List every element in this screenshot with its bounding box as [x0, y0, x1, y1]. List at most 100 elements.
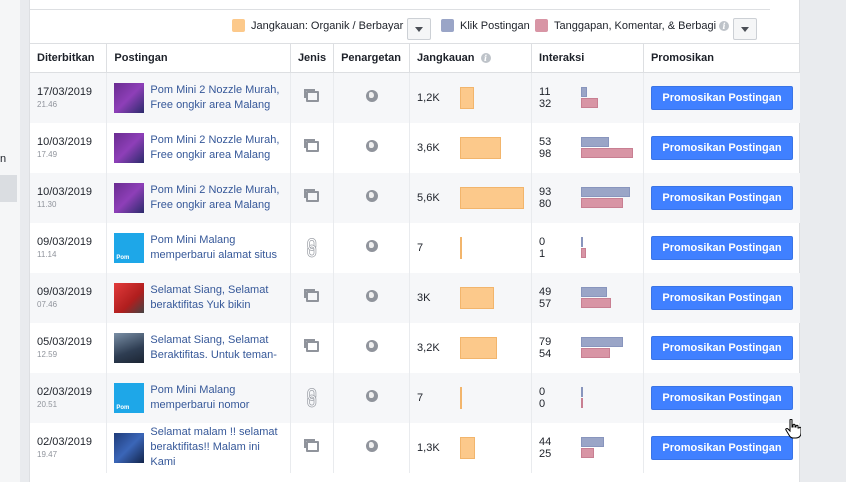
- cell-promote: Promosikan Postingan: [643, 272, 800, 323]
- cell-reach: 5,6K: [409, 172, 533, 223]
- col-targeting[interactable]: Penargetan: [333, 43, 411, 73]
- cell-promote: Promosikan Postingan: [643, 372, 800, 423]
- post-text-line1: Selamat Siang, Selamat: [150, 283, 269, 296]
- post-link[interactable]: Pom Mini 2 Nozzle Murah, Free ongkir are…: [150, 83, 279, 113]
- promote-post-button[interactable]: Promosikan Postingan: [650, 135, 793, 160]
- cell-type: [290, 172, 335, 223]
- post-date: 09/03/2019: [37, 236, 93, 248]
- info-icon[interactable]: i: [719, 20, 730, 31]
- clicks-bar: [581, 287, 608, 297]
- clicks-bar: [581, 137, 610, 147]
- promote-post-button[interactable]: Promosikan Postingan: [650, 185, 793, 210]
- post-link[interactable]: Selamat Siang, Selamat beraktifitas Yuk …: [150, 283, 268, 313]
- cell-post[interactable]: Selamat Siang, Selamat beraktifitas Yuk …: [106, 272, 291, 323]
- col-published[interactable]: Diterbitkan: [30, 43, 108, 73]
- post-link[interactable]: Pom Mini Malang memperbarui nomor: [150, 383, 249, 413]
- cell-post[interactable]: Selamat malam !! selamat beraktifitas!! …: [106, 422, 291, 473]
- reactions-value: 0: [539, 397, 546, 410]
- reach-value: 3K: [417, 291, 431, 304]
- cell-engagement: 79 54: [531, 322, 644, 373]
- clicks-value: 11: [539, 85, 551, 98]
- promote-post-button[interactable]: Promosikan Postingan: [650, 85, 793, 110]
- table-row: 10/03/2019 17.49 Pom Mini 2 Nozzle Murah…: [30, 122, 800, 173]
- post-text-line2: Beraktifitas. Untuk teman-: [150, 348, 277, 361]
- clicks-bar: [581, 187, 631, 197]
- post-link[interactable]: Pom Mini 2 Nozzle Murah, Free ongkir are…: [150, 133, 279, 163]
- cell-post[interactable]: Selamat Siang, Selamat Beraktifitas. Unt…: [106, 322, 291, 373]
- post-time: 21.46: [37, 100, 58, 110]
- clicks-value: 0: [539, 385, 546, 398]
- post-text-line1: Pom Mini 2 Nozzle Murah,: [150, 83, 280, 96]
- col-post[interactable]: Postingan: [106, 43, 291, 73]
- cell-post[interactable]: Pom Mini 2 Nozzle Murah, Free ongkir are…: [106, 72, 291, 123]
- post-thumbnail[interactable]: [114, 132, 145, 163]
- legend-reactions: Tanggapan, Komentar, & Berbagi i: [535, 19, 730, 32]
- post-link[interactable]: Pom Mini 2 Nozzle Murah, Free ongkir are…: [150, 183, 279, 213]
- hand-cursor-icon: [785, 419, 801, 439]
- post-thumbnail[interactable]: [114, 282, 145, 313]
- promote-post-button[interactable]: Promosikan Postingan: [650, 385, 793, 410]
- post-text-line2: beraktifitas!! Malam ini Kami: [150, 441, 260, 468]
- col-engagement[interactable]: Interaksi: [531, 43, 644, 73]
- post-text-line2: Free ongkir area Malang: [150, 148, 271, 161]
- post-link[interactable]: Selamat Siang, Selamat Beraktifitas. Unt…: [150, 333, 277, 363]
- clicks-value: 49: [539, 285, 552, 298]
- cell-type: [290, 122, 335, 173]
- clicks-value: 79: [539, 335, 552, 348]
- post-thumbnail[interactable]: [114, 432, 145, 463]
- photo-icon: [303, 338, 319, 352]
- reactions-bar: [581, 98, 599, 109]
- legend-reach-label: Jangkauan: Organik / Berbayar: [251, 19, 404, 32]
- cell-reach: 3,6K: [409, 122, 533, 173]
- cell-targeting: [333, 372, 411, 423]
- legend-clicks: Klik Postingan: [441, 19, 530, 32]
- post-thumbnail[interactable]: Pom: [114, 382, 145, 413]
- promote-post-button[interactable]: Promosikan Postingan: [650, 335, 793, 360]
- reactions-bar: [581, 448, 595, 458]
- post-link[interactable]: Selamat malam !! selamat beraktifitas!! …: [150, 425, 283, 470]
- reactions-value: 57: [539, 297, 552, 310]
- reactions-value: 25: [539, 447, 552, 460]
- cell-engagement: 93 80: [531, 172, 644, 223]
- reach-dropdown-button[interactable]: [407, 18, 431, 40]
- post-date: 17/03/2019: [37, 86, 93, 99]
- promote-post-button[interactable]: Promosikan Postingan: [650, 235, 793, 260]
- globe-icon: [365, 190, 378, 202]
- globe-icon: [365, 90, 378, 103]
- cell-published: 02/03/2019 20.51: [30, 372, 108, 423]
- cell-type: 🔗︎: [290, 222, 335, 273]
- globe-icon: [365, 240, 378, 252]
- col-type[interactable]: Jenis: [290, 43, 335, 73]
- info-icon[interactable]: i: [480, 53, 491, 63]
- table-header-row: Diterbitkan Postingan Jenis Penargetan J…: [30, 43, 800, 73]
- cell-type: 🔗︎: [290, 372, 335, 423]
- col-reach[interactable]: Jangkauan i: [409, 43, 533, 73]
- post-thumbnail[interactable]: [114, 332, 145, 363]
- post-thumbnail[interactable]: [114, 82, 145, 113]
- cell-published: 09/03/2019 11.14: [30, 222, 108, 273]
- legend-reactions-swatch: [535, 19, 548, 32]
- cell-post[interactable]: Pom Pom Mini Malang memperbarui alamat s…: [106, 222, 291, 273]
- engagement-dropdown-button[interactable]: [733, 18, 757, 40]
- globe-icon: [365, 290, 378, 302]
- cell-targeting: [333, 122, 411, 173]
- cell-post[interactable]: Pom Pom Mini Malang memperbarui nomor: [106, 372, 291, 423]
- reactions-bar: [581, 248, 587, 258]
- photo-icon: [303, 288, 319, 302]
- reach-bar: [460, 136, 502, 159]
- link-icon: 🔗︎: [299, 234, 326, 262]
- cell-promote: Promosikan Postingan: [643, 172, 800, 223]
- post-thumbnail[interactable]: Pom: [114, 232, 145, 263]
- sidebar-selected-item[interactable]: [0, 175, 17, 202]
- col-promote: Promosikan: [643, 43, 800, 73]
- cell-post[interactable]: Pom Mini 2 Nozzle Murah, Free ongkir are…: [106, 172, 291, 223]
- cell-engagement: 0 0: [531, 372, 644, 423]
- post-thumbnail[interactable]: [114, 182, 145, 213]
- cell-reach: 1,3K: [409, 422, 533, 473]
- clicks-bar: [581, 337, 624, 347]
- reach-bar: [460, 386, 463, 409]
- post-link[interactable]: Pom Mini Malang memperbarui alamat situs: [150, 233, 277, 263]
- promote-post-button[interactable]: Promosikan Postingan: [650, 435, 793, 460]
- promote-post-button[interactable]: Promosikan Postingan: [650, 285, 793, 310]
- cell-post[interactable]: Pom Mini 2 Nozzle Murah, Free ongkir are…: [106, 122, 291, 173]
